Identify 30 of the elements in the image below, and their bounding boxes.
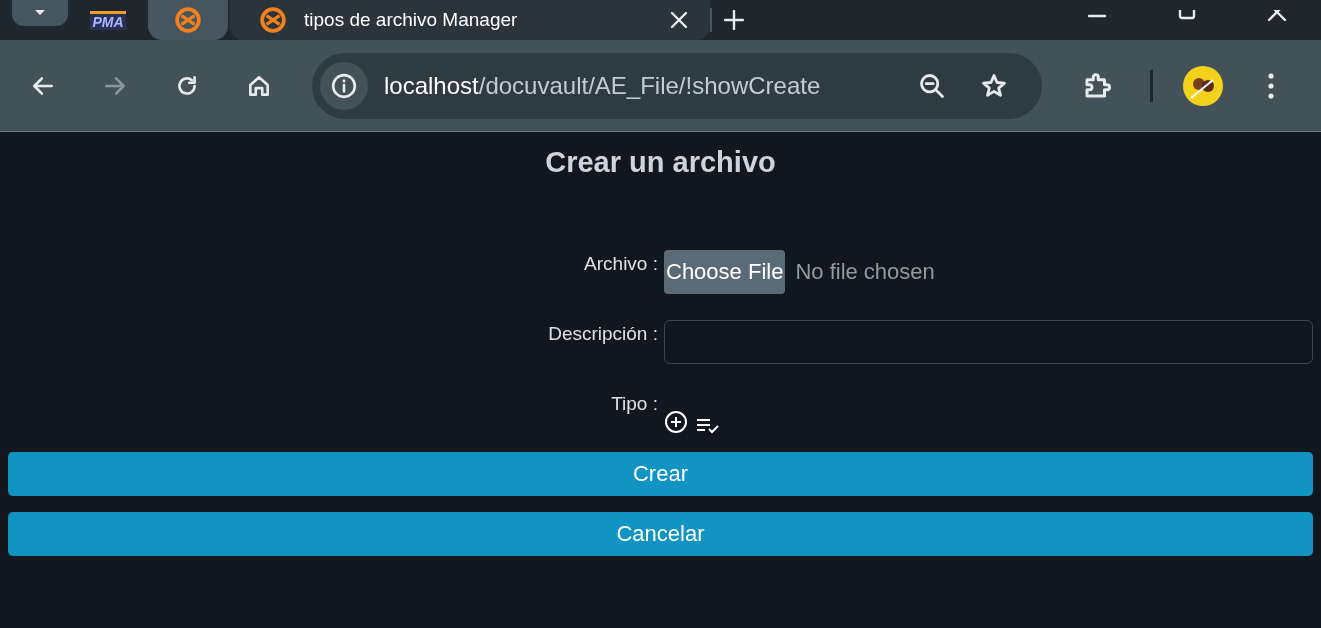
site-info-button[interactable] (320, 61, 368, 110)
url-text: localhost/docuvault/AE_File/!showCreate (384, 71, 822, 100)
field-label: Descripción : (547, 322, 658, 346)
tab-logo: PMA (90, 10, 126, 30)
profile-avatar-icon[interactable] (1183, 65, 1223, 106)
action-button[interactable]: Cancelar (8, 512, 1313, 556)
browser-tab[interactable]: PMA (68, 0, 148, 40)
field-label: Tipo : (610, 392, 658, 416)
address-bar[interactable]: localhost/docuvault/AE_File/!showCreate (312, 52, 1042, 119)
description-field[interactable] (664, 320, 1313, 364)
new-tab-icon[interactable] (724, 10, 744, 30)
browser-tab[interactable] (148, 0, 228, 40)
browser-tab[interactable]: tipos de archivo Manager (230, 0, 710, 40)
more-menu-icon[interactable] (1267, 70, 1275, 101)
add-circle-icon[interactable] (664, 410, 688, 434)
tab-favicon-icon (175, 7, 201, 33)
caret-icon (34, 9, 46, 17)
choose-file-button[interactable]: Choose File (664, 250, 786, 294)
page-title: Crear un archivo (544, 145, 777, 180)
tab-search-button[interactable] (12, 0, 68, 26)
star-icon[interactable] (980, 71, 1008, 100)
action-button[interactable]: Crear (8, 452, 1313, 496)
zoom-out-icon[interactable] (918, 71, 946, 100)
file-status-text: No file chosen (795, 259, 935, 285)
field-label: Archivo : (583, 252, 658, 276)
close-icon[interactable] (670, 11, 688, 29)
checklist-icon[interactable] (696, 418, 720, 434)
info-icon (331, 72, 357, 99)
tab-favicon-icon (260, 7, 286, 33)
tab-title: tipos de archivo Manager (304, 9, 519, 31)
